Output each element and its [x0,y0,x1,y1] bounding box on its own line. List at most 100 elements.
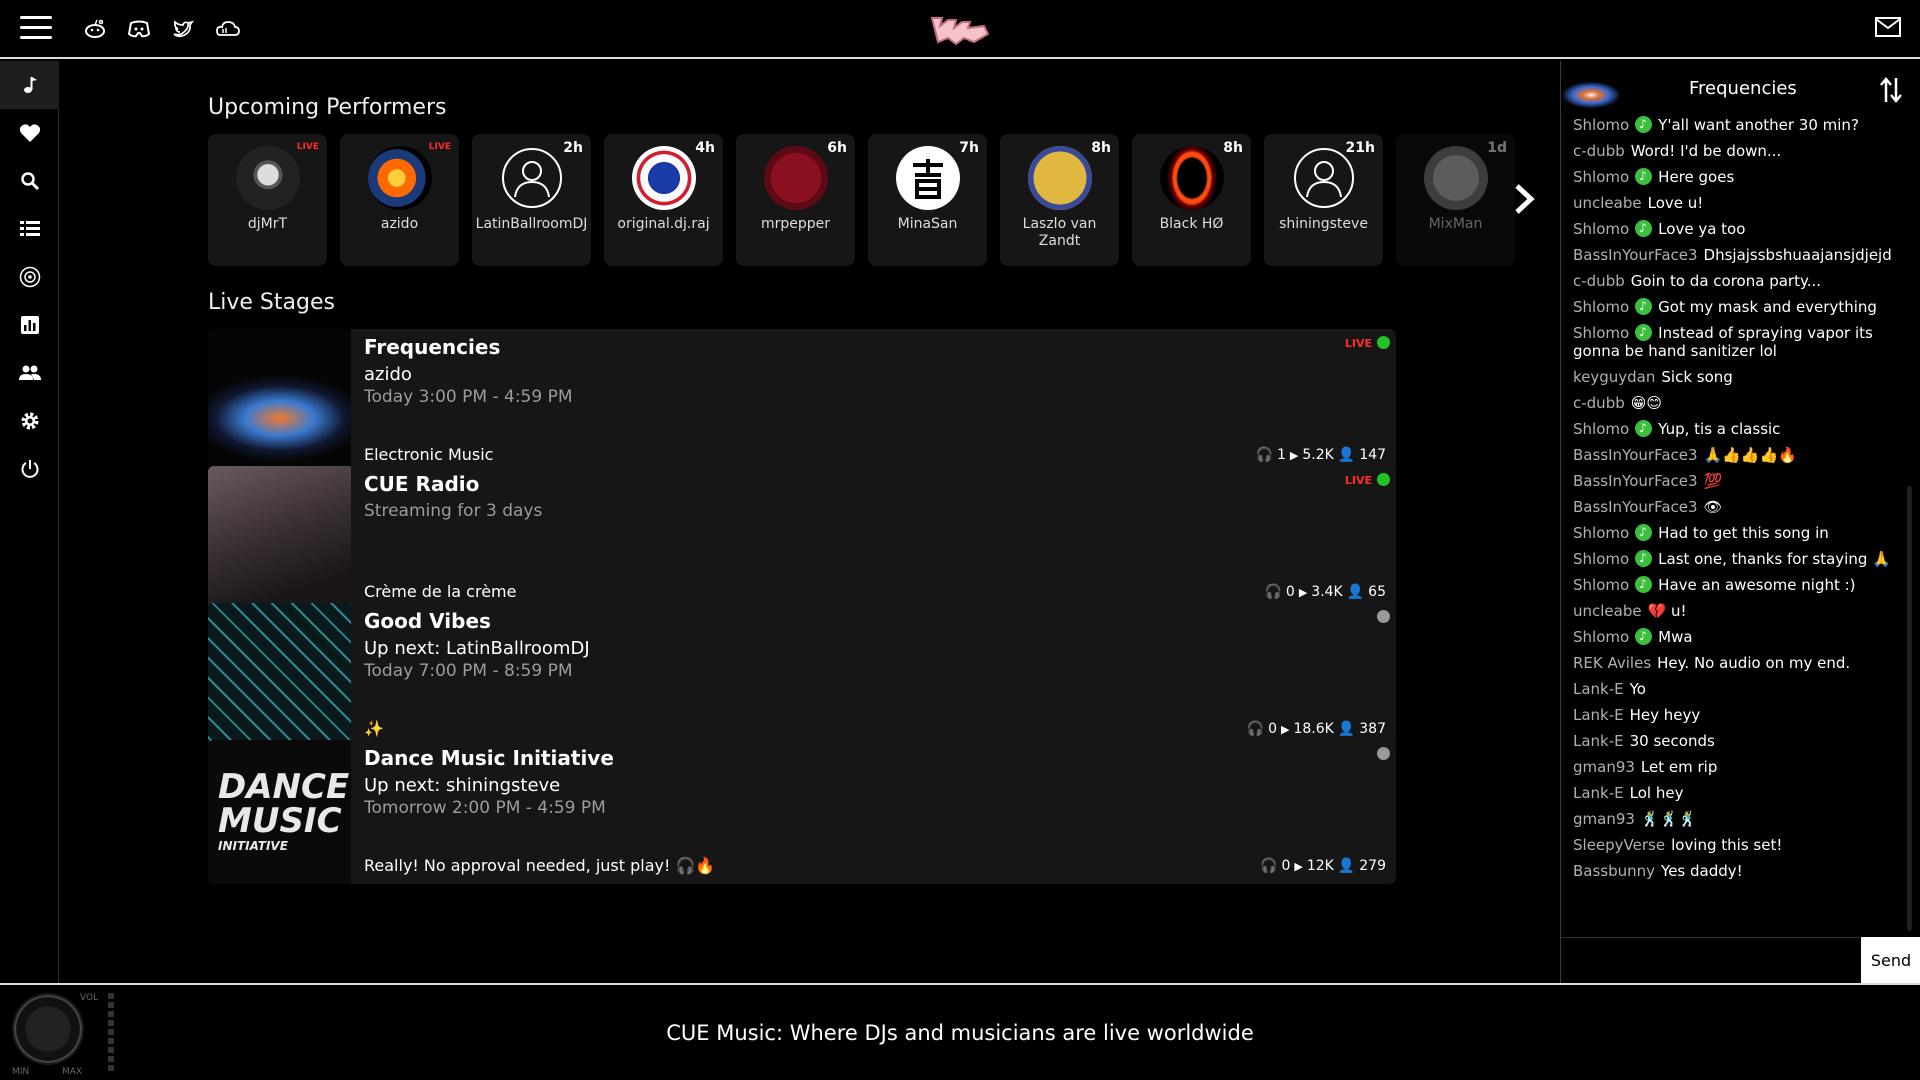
performer-card-original-dj-raj[interactable]: 4h original.dj.raj [604,134,723,266]
chat-username[interactable]: c-dubb [1573,142,1625,160]
chat-username[interactable]: Shlomo [1573,220,1629,238]
stage-description: Really! No approval needed, just play! 🎧… [364,856,716,875]
chat-text: Hey heyy [1629,706,1701,724]
chat-message: Lank-E Lol hey [1573,784,1903,802]
chat-message: BassInYourFace3 🙏👍👍👍🔥 [1573,446,1903,464]
chevron-right-icon[interactable] [1509,176,1539,222]
time-badge: 21h [1345,140,1375,156]
chat-username[interactable]: Bassbunny [1573,862,1655,880]
chat-username[interactable]: c-dubb [1573,394,1625,412]
performer-name: mrpepper [760,216,831,232]
stage-card-dance-music-initiative[interactable]: DANCE MUSIC INITIATIVE Dance Music Initiat… [208,740,1396,884]
chat-text: 30 seconds [1629,732,1715,750]
chat-message: keyguydan Sick song [1573,368,1903,386]
headphones-icon: 🎧 [1264,584,1282,600]
chat-username[interactable]: gman93 [1573,758,1635,776]
reddit-icon[interactable] [80,16,110,42]
soundcloud-icon[interactable] [212,16,242,42]
person-icon: 👤 [1346,584,1365,600]
time-badge: 4h [695,140,715,156]
send-button[interactable]: Send [1861,937,1920,983]
chat-message: Lank-E Hey heyy [1573,706,1903,724]
chat-username[interactable]: Shlomo [1573,628,1629,646]
chat-username[interactable]: Shlomo [1573,298,1629,316]
avatar [235,146,300,210]
performer-card-mrpepper[interactable]: 6h mrpepper [736,134,855,266]
performer-name: original.dj.raj [617,216,710,232]
stage-card-cue-radio[interactable]: CUE Radio Streaming for 3 days Crème de … [208,466,1396,610]
chat-text: Mwa [1658,628,1693,646]
menu-icon[interactable] [20,16,52,40]
chat-username[interactable]: Lank-E [1573,784,1624,802]
sidebar-item-settings[interactable] [0,397,59,445]
chat-username[interactable]: BassInYourFace3 [1573,446,1698,464]
performer-card-mixman[interactable]: 1d MixMan [1396,134,1515,266]
sidebar-item-records[interactable] [0,253,59,301]
stage-card-frequencies[interactable]: Frequencies azido Today 3:00 PM - 4:59 P… [208,329,1396,473]
chat-username[interactable]: c-dubb [1573,272,1625,290]
chat-username[interactable]: SleepyVerse [1573,836,1665,854]
stage-thumbnail [208,329,351,473]
chat-username[interactable]: BassInYourFace3 [1573,246,1698,264]
chat-message: uncleabe 💔 u! [1573,602,1903,620]
chat-username[interactable]: Lank-E [1573,680,1624,698]
chat-scrollbar[interactable] [1907,486,1912,931]
stage-card-good-vibes[interactable]: Good Vibes Up next: LatinBallroomDJ Toda… [208,603,1396,747]
sidebar-item-logout[interactable] [0,445,59,493]
performer-card-black-ho[interactable]: 8h Black HØ [1132,134,1251,266]
chat-username[interactable]: gman93 [1573,810,1635,828]
dj-badge-icon [1635,549,1653,567]
sidebar-item-search[interactable] [0,157,59,205]
cue-logo[interactable] [928,12,992,48]
mail-icon[interactable] [1874,16,1904,42]
chat-username[interactable]: uncleabe [1573,602,1642,620]
performer-card-azido[interactable]: LIVE azido [340,134,459,266]
chat-message: gman93 🕺🕺🕺 [1573,810,1903,828]
chat-username[interactable]: Lank-E [1573,706,1624,724]
play-count: 3.4K [1311,584,1343,600]
chat-username[interactable]: Shlomo [1573,324,1629,342]
twitter-icon[interactable] [168,16,198,42]
power-icon [21,460,38,478]
performer-card-djmrt[interactable]: LIVE djMrT [208,134,327,266]
stage-art [1561,65,1621,115]
chat-username[interactable]: Shlomo [1573,420,1629,438]
discord-icon[interactable] [124,16,154,42]
performer-card-shiningsteve[interactable]: 21h shiningsteve [1264,134,1383,266]
chat-message: REK Aviles Hey. No audio on my end. [1573,654,1903,672]
chat-username[interactable]: Shlomo [1573,576,1629,594]
sidebar-item-music[interactable] [0,61,59,109]
stage-time: Tomorrow 2:00 PM - 4:59 PM [364,798,606,818]
sidebar-item-favorites[interactable] [0,109,59,157]
performer-card-laszlo-van-zandt[interactable]: 8h Laszlo van Zandt [1000,134,1119,266]
chat-message: ShlomoInstead of spraying vapor its gonn… [1573,323,1903,360]
sort-icon[interactable] [1879,76,1903,104]
chat-input[interactable] [1561,937,1859,983]
performer-card-minasan[interactable]: 7h MinaSan [868,134,987,266]
live-label: LIVE [1344,337,1372,350]
performer-card-latinballroomdj[interactable]: 2h LatinBallroomDJ [472,134,591,266]
sidebar-item-people[interactable] [0,349,59,397]
chat-username[interactable]: uncleabe [1573,194,1642,212]
performer-name: azido [380,216,419,232]
stage-up-next: Up next: shiningsteve [364,775,561,796]
chat-username[interactable]: Shlomo [1573,168,1629,186]
chat-username[interactable]: BassInYourFace3 [1573,498,1698,516]
chat-message: Lank-E 30 seconds [1573,732,1903,750]
chat-text: loving this set! [1671,836,1783,854]
chat-username[interactable]: Shlomo [1573,550,1629,568]
chat-username[interactable]: REK Aviles [1573,654,1651,672]
chat-message: c-dubb Goin to da corona party... [1573,272,1903,290]
min-label: MIN [12,1067,30,1077]
chat-username[interactable]: Shlomo [1573,116,1629,134]
time-badge: 8h [1091,140,1111,156]
sidebar-item-list[interactable] [0,205,59,253]
chat-username[interactable]: keyguydan [1573,368,1655,386]
svg-text:MUSIC: MUSIC [218,801,342,841]
chat-username[interactable]: Shlomo [1573,524,1629,542]
dj-badge-icon [1635,323,1653,341]
play-icon: ▶ [1281,722,1290,736]
chat-username[interactable]: BassInYourFace3 [1573,472,1698,490]
sidebar-item-stats[interactable] [0,301,59,349]
chat-username[interactable]: Lank-E [1573,732,1624,750]
